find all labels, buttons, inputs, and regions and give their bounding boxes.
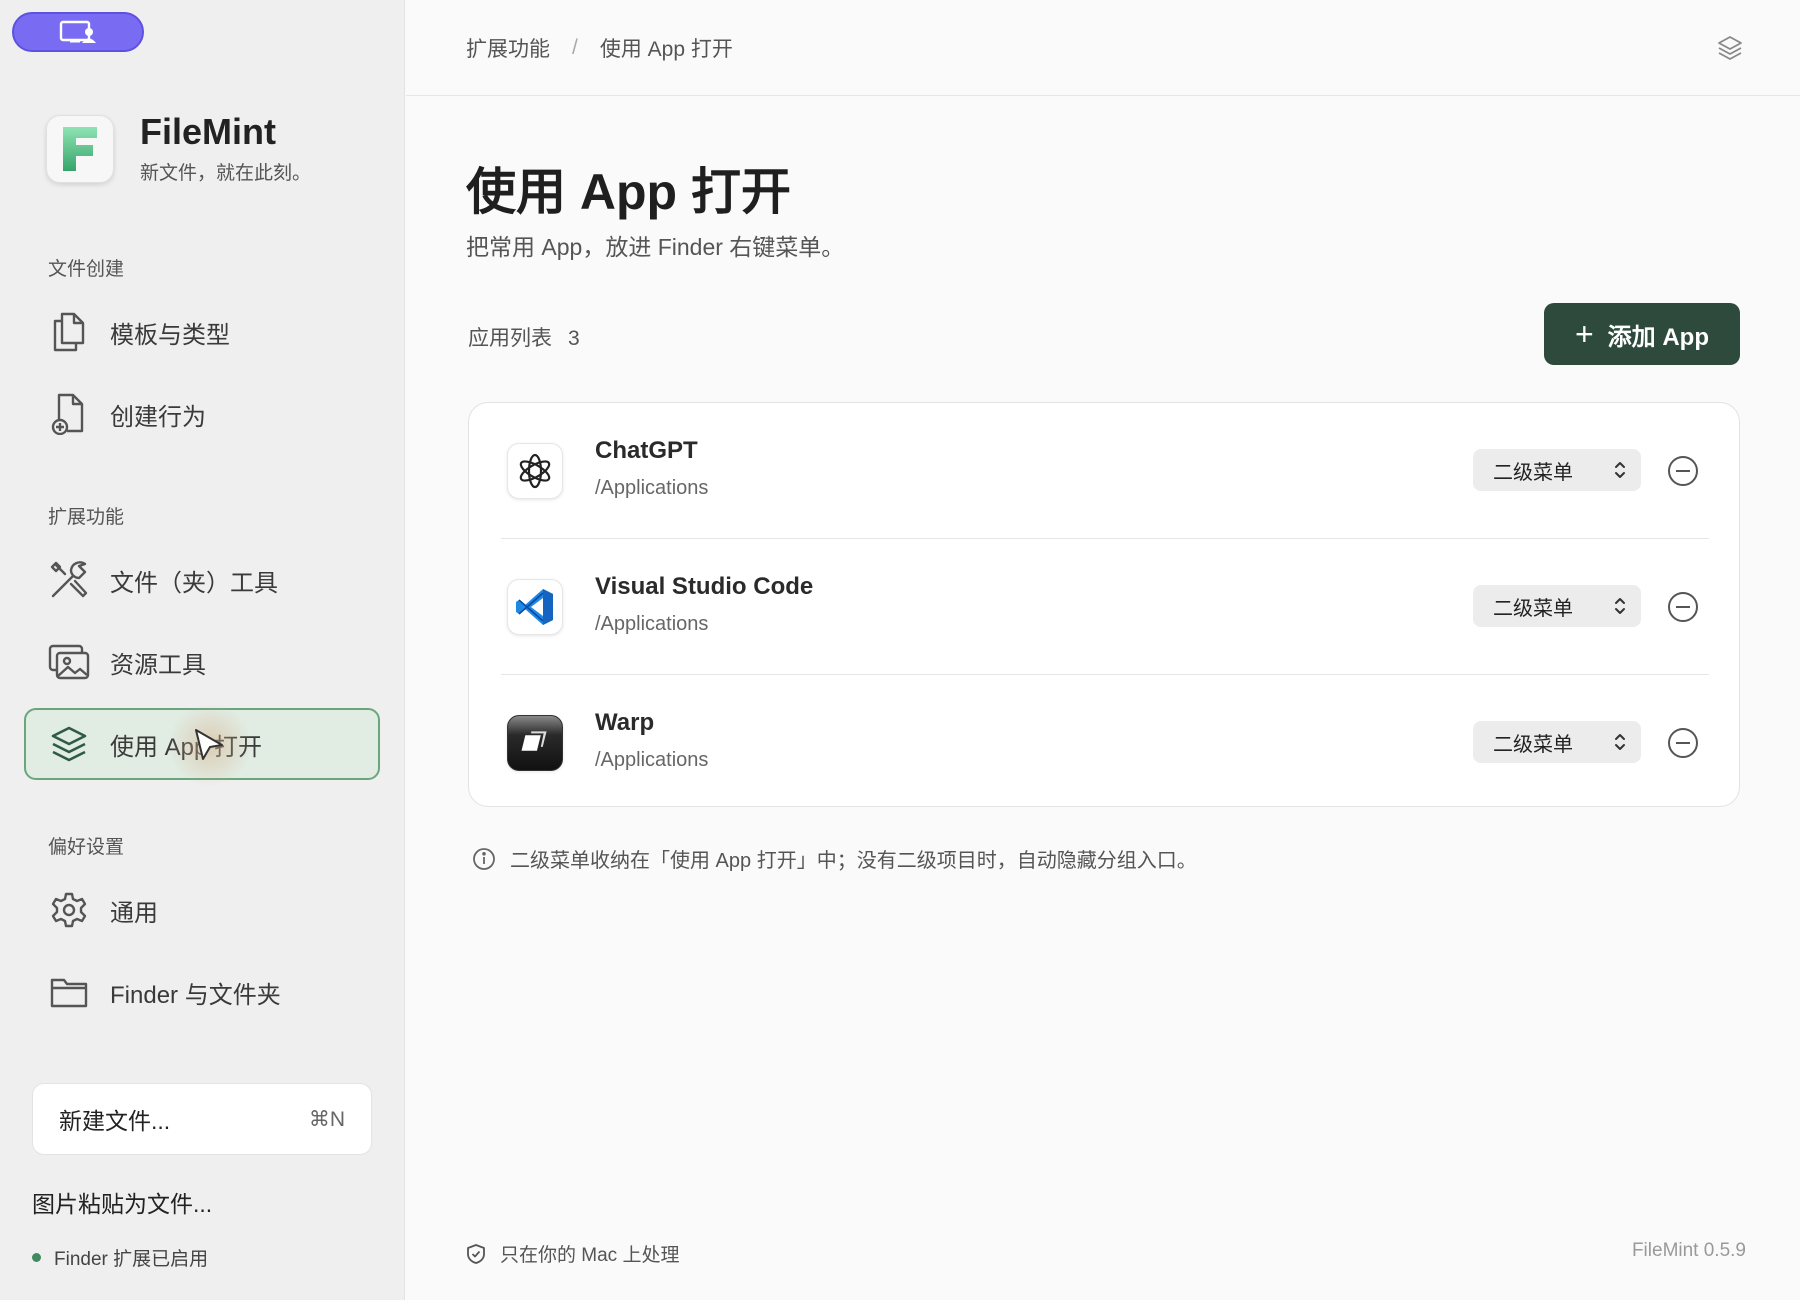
breadcrumb-separator: / [572,35,578,59]
app-path: /Applications [595,477,709,499]
status-text: Finder 扩展已启用 [54,1249,209,1270]
sidebar-item-label: 文件（夹）工具 [110,569,278,597]
privacy-note: 只在你的 Mac 上处理 [466,1240,679,1267]
layers-icon[interactable] [1716,34,1744,62]
screen-person-icon [59,20,96,43]
hint-text: 二级菜单收纳在「使用 App 打开」中；没有二级项目时，自动隐藏分组入口。 [510,850,1197,872]
chevron-updown-icon [1615,462,1625,478]
sidebar-item-general[interactable]: 通用 [24,874,380,946]
sidebar-item-label: 模板与类型 [110,321,230,349]
app-name: Visual Studio Code [595,573,814,600]
app-window: FileMint 新文件，就在此刻。 文件创建 模板与类型 创建行为 扩展功能 … [0,0,1800,1300]
remove-icon[interactable] [1667,727,1699,759]
breadcrumb-parent[interactable]: 扩展功能 [466,33,550,63]
app-name: FileMint [140,111,276,152]
brand: FileMint 新文件，就在此刻。 [46,112,311,185]
remove-icon[interactable] [1667,455,1699,487]
sidebar: FileMint 新文件，就在此刻。 文件创建 模板与类型 创建行为 扩展功能 … [0,0,405,1300]
status-dot-icon [32,1253,41,1262]
app-name: ChatGPT [595,437,698,464]
breadcrumb-current: 使用 App 打开 [599,37,733,61]
chevron-updown-icon [1615,734,1625,750]
screen-share-indicator[interactable] [12,12,144,52]
page-subtitle: 把常用 App，放进 Finder 右键菜单。 [466,234,845,260]
privacy-text: 只在你的 Mac 上处理 [500,1245,680,1266]
sidebar-item-label: 创建行为 [110,403,206,431]
app-row-vscode[interactable]: Visual Studio Code /Applications 二级菜单 [469,539,1741,675]
main-content: 扩展功能 / 使用 App 打开 使用 App 打开 把常用 App，放进 Fi… [406,0,1800,1300]
header: 扩展功能 / 使用 App 打开 [406,0,1800,96]
menu-level-select[interactable]: 二级菜单 [1473,585,1641,627]
layers-icon [48,723,90,765]
menu-level-value: 二级菜单 [1493,733,1573,756]
page-title: 使用 App 打开 [466,164,791,220]
section-label-preferences: 偏好设置 [48,837,125,858]
info-icon [473,847,495,870]
warp-icon [507,715,563,771]
menu-level-select[interactable]: 二级菜单 [1473,449,1641,491]
section-label-create: 文件创建 [48,259,125,280]
app-list-label: 应用列表 [468,327,552,350]
paste-image-button[interactable]: 图片粘贴为文件... [32,1185,212,1219]
app-tagline: 新文件，就在此刻。 [140,163,312,184]
folder-icon [48,971,90,1013]
menu-level-select[interactable]: 二级菜单 [1473,721,1641,763]
menu-level-value: 二级菜单 [1493,597,1573,620]
app-path: /Applications [595,613,709,635]
new-file-shortcut: ⌘N [308,1107,345,1131]
sidebar-item-label: 通用 [110,899,158,927]
sidebar-item-create-behavior[interactable]: 创建行为 [24,378,380,450]
chevron-updown-icon [1615,598,1625,614]
sidebar-item-asset-tools[interactable]: 资源工具 [24,626,380,698]
new-file-label: 新建文件... [59,1108,171,1134]
app-list: ChatGPT /Applications 二级菜单 Visual Studio… [468,402,1740,807]
vscode-icon [507,579,563,635]
app-path: /Applications [595,749,709,771]
app-list-header: 应用列表 3 [468,322,580,352]
image-icon [48,641,90,683]
extension-status: Finder 扩展已启用 [32,1244,208,1271]
chatgpt-icon [507,443,563,499]
sidebar-item-finder-folders[interactable]: Finder 与文件夹 [24,956,380,1028]
app-list-count: 3 [568,327,580,350]
remove-icon[interactable] [1667,591,1699,623]
plus-icon: + [1574,316,1594,352]
app-row-warp[interactable]: Warp /Applications 二级菜单 [469,675,1741,811]
hint-note: 二级菜单收纳在「使用 App 打开」中；没有二级项目时，自动隐藏分组入口。 [472,844,1197,873]
tools-icon [48,559,90,601]
mouse-pointer-icon [195,729,223,760]
documents-icon [48,311,90,353]
document-add-icon [48,393,90,435]
new-file-button[interactable]: 新建文件... ⌘N [32,1083,372,1155]
sidebar-item-label: Finder 与文件夹 [110,981,281,1009]
sidebar-item-templates[interactable]: 模板与类型 [24,296,380,368]
sidebar-item-label: 资源工具 [110,651,206,679]
add-app-button[interactable]: + 添加 App [1544,303,1740,365]
app-row-chatgpt[interactable]: ChatGPT /Applications 二级菜单 [469,403,1741,539]
version-label: FileMint 0.5.9 [1631,1240,1746,1261]
gear-icon [48,889,90,931]
section-label-extensions: 扩展功能 [48,507,125,528]
add-app-label: 添加 App [1607,323,1709,351]
app-name: Warp [595,709,655,736]
shield-check-icon [467,1243,485,1264]
menu-level-value: 二级菜单 [1493,461,1573,484]
filemint-logo [46,114,114,183]
sidebar-item-file-tools[interactable]: 文件（夹）工具 [24,544,380,616]
